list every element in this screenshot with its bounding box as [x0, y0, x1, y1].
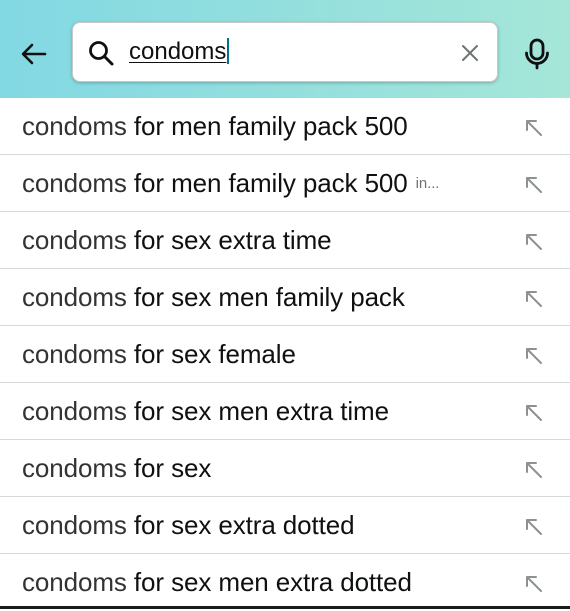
suggestion-item[interactable]: condoms for sex female — [0, 326, 570, 383]
suggestion-prefix: condoms — [22, 567, 127, 597]
suggestion-prefix: condoms — [22, 396, 127, 426]
suggestion-prefix: condoms — [22, 225, 127, 255]
suggestion-completion: for sex extra time — [126, 225, 332, 255]
suggestion-completion: for sex — [126, 453, 212, 483]
suggestion-prefix: condoms — [22, 453, 127, 483]
suggestion-item[interactable]: condoms for sex men family pack — [0, 269, 570, 326]
suggestion-completion: for men family pack 500 — [126, 111, 408, 141]
suggestion-prefix: condoms — [22, 510, 127, 540]
suggestion-completion: for men family pack 500 — [126, 168, 408, 198]
suggestion-completion: for sex extra dotted — [126, 510, 355, 540]
suggestion-prefix: condoms — [22, 282, 127, 312]
suggestion-prefix: condoms — [22, 339, 127, 369]
suggestion-item[interactable]: condoms for men family pack 500 — [0, 98, 570, 155]
suggestion-list: condoms for men family pack 500 condoms … — [0, 98, 570, 611]
search-input-value: condoms — [129, 38, 227, 65]
arrow-up-left-icon[interactable] — [522, 116, 544, 138]
suggestion-item[interactable]: condoms for sex men extra time — [0, 383, 570, 440]
suggestion-prefix: condoms — [22, 111, 127, 141]
suggestion-item[interactable]: condoms for sex extra dotted — [0, 497, 570, 554]
search-icon — [89, 41, 114, 66]
suggestion-prefix: condoms — [22, 168, 127, 198]
arrow-up-left-icon[interactable] — [522, 572, 544, 594]
arrow-up-left-icon[interactable] — [522, 401, 544, 423]
text-caret — [227, 38, 230, 64]
microphone-icon — [525, 38, 549, 70]
suggestion-item[interactable]: condoms for men family pack 500 in... — [0, 155, 570, 212]
voice-search-button[interactable] — [516, 34, 558, 74]
arrow-up-left-icon[interactable] — [522, 230, 544, 252]
arrow-up-left-icon[interactable] — [522, 173, 544, 195]
suggestion-item[interactable]: condoms for sex extra time — [0, 212, 570, 269]
search-header: condoms — [0, 0, 570, 98]
suggestion-item[interactable]: condoms for sex — [0, 440, 570, 497]
arrow-up-left-icon[interactable] — [522, 344, 544, 366]
suggestion-completion: for sex men family pack — [126, 282, 405, 312]
suggestion-department: in... — [415, 175, 440, 192]
arrow-up-left-icon[interactable] — [522, 515, 544, 537]
close-icon[interactable] — [457, 40, 483, 66]
arrow-up-left-icon[interactable] — [522, 287, 544, 309]
suggestion-completion: for sex men extra dotted — [126, 567, 412, 597]
search-box[interactable]: condoms — [72, 22, 498, 82]
suggestion-completion: for sex female — [126, 339, 296, 369]
suggestion-item[interactable]: condoms for sex men extra dotted — [0, 554, 570, 611]
suggestion-completion: for sex men extra time — [126, 396, 389, 426]
arrow-left-icon — [21, 43, 47, 65]
search-input[interactable]: condoms — [129, 37, 230, 67]
back-button[interactable] — [14, 34, 54, 74]
arrow-up-left-icon[interactable] — [522, 458, 544, 480]
